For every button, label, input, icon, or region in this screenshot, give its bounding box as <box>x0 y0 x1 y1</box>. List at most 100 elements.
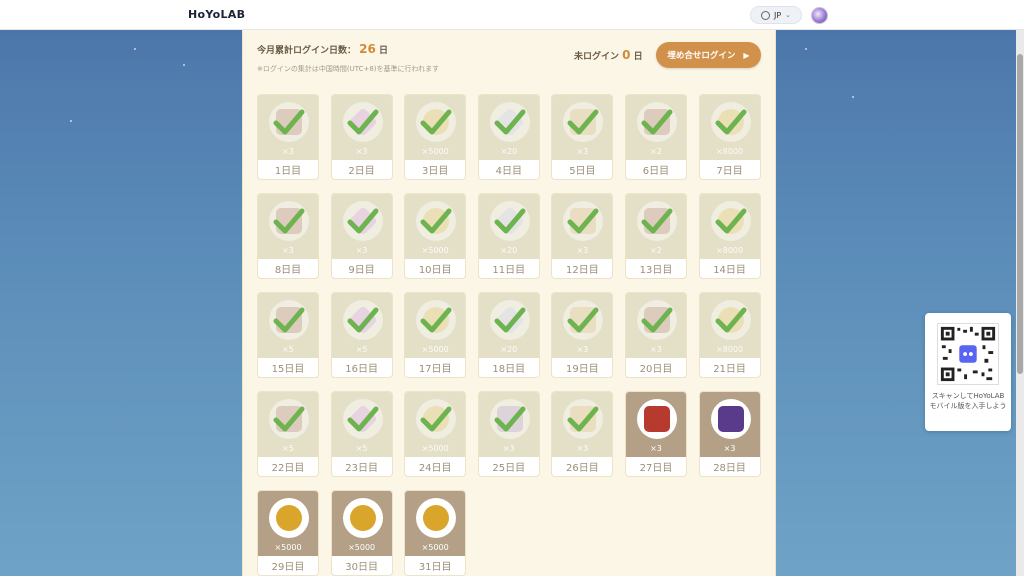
reward-day-cell[interactable]: ×2 13日目 <box>624 193 687 279</box>
reward-day-label: 6日目 <box>642 166 670 177</box>
reward-day-label: 9日目 <box>348 265 375 276</box>
reward-day-cell[interactable]: ×5 15日目 <box>257 292 319 378</box>
reward-day-label: 25日目 <box>492 463 526 474</box>
missed-unit: 日 <box>633 52 643 62</box>
reward-day-cell[interactable]: ×3 27日目 <box>624 391 687 477</box>
claimed-check-icon <box>347 208 379 234</box>
reward-day-label: 26日目 <box>566 463 599 474</box>
reward-day-cell[interactable]: ×2 6日目 <box>624 94 687 180</box>
reward-quantity: ×5000 <box>421 444 449 453</box>
reward-item-area: ×5 <box>258 392 318 457</box>
claimed-check-icon <box>715 109 747 135</box>
reward-item-area: ×8000 <box>699 194 760 259</box>
reward-item-area: ×3 <box>699 392 760 457</box>
reward-day-cell[interactable]: ×5000 17日目 <box>404 292 467 378</box>
qr-code-card[interactable]: スキャンしてHoYoLABモバイル版を入手しよう <box>925 313 1011 431</box>
background-star <box>852 96 854 98</box>
reward-item-frame <box>636 399 677 439</box>
claimed-check-icon <box>273 406 305 432</box>
reward-grid: ×3 1日目 ×3 2日目 ×5000 3日目 ×20 4日目 ×3 5日目 ×2 6日目 ×8000 7… <box>257 94 763 576</box>
claimed-check-icon <box>347 406 379 432</box>
language-selector[interactable]: JP ⌄ <box>750 6 802 24</box>
reward-day-cell[interactable]: ×5000 10日目 <box>404 193 467 279</box>
claimed-check-icon <box>420 307 452 333</box>
claimed-check-icon <box>420 208 452 234</box>
reward-day-cell[interactable]: ×3 9日目 <box>330 193 393 279</box>
reward-day-label: 1日目 <box>274 166 302 177</box>
gold-coin-item-icon <box>423 505 450 531</box>
scrollbar-thumb[interactable] <box>1017 54 1023 374</box>
user-avatar[interactable] <box>811 7 828 24</box>
reward-day-cell[interactable]: ×3 2日目 <box>330 94 393 180</box>
claimed-check-icon <box>641 109 673 135</box>
login-days-count: 26 <box>359 42 376 56</box>
reward-day-cell[interactable]: ×20 18日目 <box>477 292 540 378</box>
reward-day-cell[interactable]: ×5000 3日目 <box>404 94 467 180</box>
reward-day-cell[interactable]: ×3 20日目 <box>624 292 687 378</box>
reward-quantity: ×5 <box>282 345 294 354</box>
reward-quantity: ×8000 <box>716 147 744 156</box>
gold-coin-item-icon <box>349 505 376 531</box>
reward-quantity: ×5000 <box>421 246 449 255</box>
play-arrow-icon: ▶ <box>743 50 750 60</box>
reward-day-cell[interactable]: ×3 19日目 <box>551 292 614 378</box>
reward-day-cell[interactable]: ×5000 31日目 <box>404 490 467 576</box>
reward-day-label: 11日目 <box>492 265 526 276</box>
reward-day-cell[interactable]: ×20 4日目 <box>477 94 540 180</box>
reward-day-label: 3日目 <box>422 166 449 177</box>
reward-day-label: 5日目 <box>569 166 596 177</box>
reward-quantity: ×8000 <box>716 345 744 354</box>
reward-day-cell[interactable]: ×5000 24日目 <box>404 391 467 477</box>
reward-day-cell[interactable]: ×8000 7日目 <box>698 94 761 180</box>
qr-caption: スキャンしてHoYoLABモバイル版を入手しよう <box>929 392 1007 410</box>
reward-item-frame <box>416 498 457 538</box>
reward-day-cell[interactable]: ×3 25日目 <box>477 391 540 477</box>
reward-quantity: ×5 <box>282 444 294 453</box>
reward-quantity: ×3 <box>502 444 515 453</box>
claimed-check-icon <box>494 208 526 234</box>
reward-day-cell[interactable]: ×20 11日目 <box>477 193 540 279</box>
reward-day-cell[interactable]: ×3 8日目 <box>257 193 319 279</box>
reward-day-cell[interactable]: ×3 28日目 <box>698 391 761 477</box>
reward-quantity: ×3 <box>282 147 294 156</box>
page-scrollbar[interactable] <box>1016 30 1024 576</box>
reward-day-label: 31日目 <box>418 562 452 573</box>
claimed-check-icon <box>567 109 599 135</box>
reward-day-cell[interactable]: ×5 16日目 <box>330 292 393 378</box>
reward-day-cell[interactable]: ×3 5日目 <box>551 94 614 180</box>
reward-day-cell[interactable]: ×3 26日目 <box>551 391 614 477</box>
reward-day-cell[interactable]: ×3 12日目 <box>551 193 614 279</box>
reward-item-area: ×3 <box>552 293 613 358</box>
reward-day-cell[interactable]: ×5 23日目 <box>330 391 393 477</box>
makeup-login-button[interactable]: 埋め合せログイン ▶ <box>656 42 761 68</box>
reward-day-label: 15日目 <box>271 364 305 375</box>
reward-item-area: ×8000 <box>699 293 760 358</box>
claimed-check-icon <box>641 208 673 234</box>
reward-item-area: ×5000 <box>258 491 318 556</box>
reward-quantity: ×3 <box>576 444 589 453</box>
reward-day-cell[interactable]: ×8000 21日目 <box>698 292 761 378</box>
hoyolab-logo[interactable]: HoYoLAB <box>188 8 245 21</box>
reward-item-area: ×5000 <box>405 491 466 556</box>
reward-item-area: ×3 <box>331 95 392 160</box>
reward-item-area: ×5000 <box>405 392 466 457</box>
reward-day-cell[interactable]: ×5000 30日目 <box>330 490 393 576</box>
reward-day-cell[interactable]: ×5000 29日目 <box>257 490 319 576</box>
missed-label: 未ログイン <box>574 52 620 62</box>
reward-day-label: 16日目 <box>345 364 378 375</box>
login-summary: 今月累計ログイン日数： 26 日 <box>257 42 388 56</box>
reward-quantity: ×20 <box>500 246 518 255</box>
claimed-check-icon <box>347 109 379 135</box>
reward-day-cell[interactable]: ×3 1日目 <box>257 94 319 180</box>
claimed-check-icon <box>420 109 452 135</box>
claimed-check-icon <box>494 109 526 135</box>
reward-quantity: ×8000 <box>716 246 744 255</box>
claimed-check-icon <box>567 208 599 234</box>
reward-quantity: ×5000 <box>421 543 449 552</box>
reward-day-label: 7日目 <box>716 166 743 177</box>
reward-day-label: 27日目 <box>639 463 673 474</box>
reward-item-area: ×5000 <box>331 491 392 556</box>
reward-day-cell[interactable]: ×5 22日目 <box>257 391 319 477</box>
claimed-check-icon <box>567 406 599 432</box>
reward-day-cell[interactable]: ×8000 14日目 <box>698 193 761 279</box>
